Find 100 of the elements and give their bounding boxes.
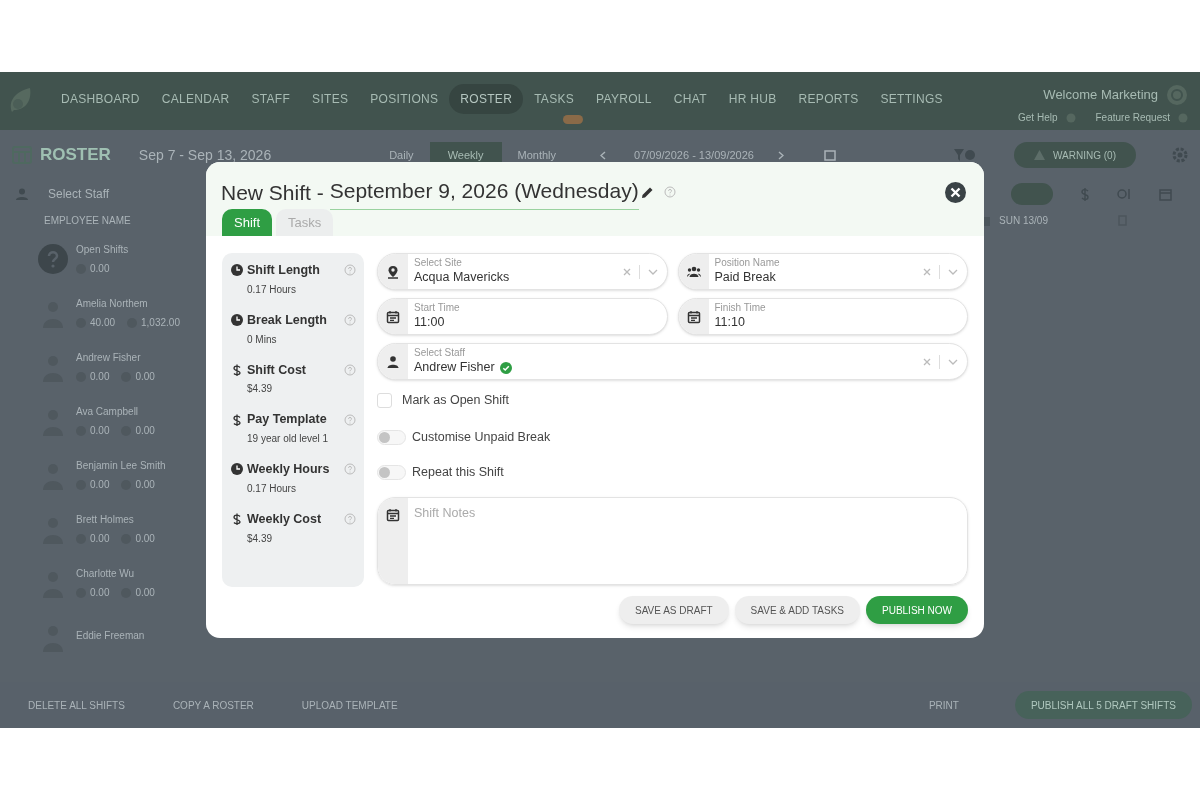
footer-action-button[interactable]: UPLOAD TEMPLATE xyxy=(301,697,398,713)
toggle-label: Customise Unpaid Break xyxy=(412,428,551,446)
week-range: Sep 7 - Sep 13, 2026 xyxy=(138,145,272,165)
time-field[interactable]: Finish Time 11:10 xyxy=(677,298,968,335)
employee-name: Open Shifts xyxy=(76,243,129,257)
summary-value: $4.39 xyxy=(246,382,274,397)
nav-item[interactable]: CALENDAR xyxy=(150,84,241,114)
help-icon[interactable] xyxy=(344,463,356,476)
dialog-tab[interactable]: Shift xyxy=(222,209,272,236)
nav-item[interactable]: SETTINGS xyxy=(869,84,954,114)
cost-value: 0.00 xyxy=(135,478,155,492)
time-field[interactable]: Start Time 11:00 xyxy=(377,298,668,335)
checkbox[interactable] xyxy=(377,392,392,408)
help-icon[interactable] xyxy=(344,314,356,327)
date-range: 07/09/2026 - 13/09/2026 xyxy=(634,147,754,163)
toggle-switch[interactable] xyxy=(377,464,406,480)
summary-value: $4.39 xyxy=(246,531,274,546)
staff-search-field[interactable]: Select Staff xyxy=(48,185,198,203)
select-field[interactable]: Select Staff Andrew Fisher xyxy=(377,343,968,380)
employee-name: Ava Campbell xyxy=(76,405,140,419)
print-button[interactable]: PRINT xyxy=(928,697,959,713)
hours-value: 0.00 xyxy=(90,370,110,384)
nav-item[interactable]: TASKS xyxy=(523,84,586,114)
employee-name: Brett Holmes xyxy=(76,513,135,527)
sort-button[interactable] xyxy=(1011,183,1053,205)
field-value: Paid Break xyxy=(714,269,776,286)
people-icon xyxy=(686,264,701,279)
column-header: EMPLOYEE NAME xyxy=(44,213,131,228)
nav-item[interactable]: STAFF xyxy=(240,84,302,114)
nav-item[interactable]: REPORTS xyxy=(787,84,870,114)
hours-value: 0.00 xyxy=(90,478,110,492)
chevron-down-icon[interactable] xyxy=(948,358,958,365)
field-value: 11:00 xyxy=(414,314,445,331)
nav-item[interactable]: SITES xyxy=(301,84,360,114)
clear-icon[interactable] xyxy=(923,267,931,276)
chevron-down-icon[interactable] xyxy=(647,268,658,275)
nav-item[interactable]: HR HUB xyxy=(717,84,788,114)
dialog-title: New Shift - xyxy=(221,179,324,206)
footer-action-button[interactable]: DELETE ALL SHIFTS xyxy=(28,697,125,713)
field-value: Andrew Fisher xyxy=(414,359,495,376)
welcome-text: Welcome Marketing xyxy=(1043,86,1158,105)
toggle-switch[interactable] xyxy=(377,429,406,445)
employee-name: Amelia Northem xyxy=(76,297,149,311)
summary-value: 0 Mins xyxy=(246,332,278,347)
field-label: Select Staff xyxy=(414,347,466,360)
hours-icon[interactable] xyxy=(1117,188,1131,200)
header-link[interactable]: Get Help xyxy=(1018,110,1058,125)
shift-date[interactable]: September 9, 2026 (Wednesday) xyxy=(329,175,639,210)
chevron-down-icon[interactable] xyxy=(948,268,958,275)
warning-icon xyxy=(1034,150,1046,160)
employee-name: Charlotte Wu xyxy=(76,567,136,581)
select-field[interactable]: Position Name Paid Break xyxy=(677,253,968,290)
help-icon[interactable] xyxy=(663,186,676,199)
nav-item[interactable]: POSITIONS xyxy=(359,84,450,114)
summary-value: 0.17 Hours xyxy=(246,481,297,496)
nav-item[interactable]: ROSTER xyxy=(449,84,524,114)
close-icon[interactable] xyxy=(945,181,966,203)
summary-label: Break Length xyxy=(247,311,327,329)
summary-label: Weekly Cost xyxy=(247,510,322,528)
cost-value: 0.00 xyxy=(135,424,155,438)
hours-value: 0.00 xyxy=(90,586,110,600)
person-icon xyxy=(16,188,28,200)
edit-pencil-icon[interactable] xyxy=(640,185,654,199)
nav-item[interactable]: PAYROLL xyxy=(585,84,663,114)
summary-label: Shift Length xyxy=(247,262,320,279)
header-link[interactable]: Feature Request xyxy=(1095,110,1170,125)
question-icon xyxy=(38,244,68,274)
person-icon xyxy=(386,354,400,369)
hours-value: 0.00 xyxy=(90,262,110,276)
summary-label: Shift Cost xyxy=(247,361,307,379)
summary-value: 19 year old level 1 xyxy=(246,432,330,446)
clear-icon[interactable] xyxy=(923,357,931,366)
hours-value: 0.00 xyxy=(90,532,110,546)
help-icon[interactable] xyxy=(344,363,356,376)
nav-item[interactable]: CHAT xyxy=(662,84,718,114)
summary-label: Pay Template xyxy=(247,411,327,429)
help-icon[interactable] xyxy=(344,264,356,277)
footer-action-button[interactable]: COPY A ROSTER xyxy=(172,697,254,713)
cost-value: 1,032.00 xyxy=(141,316,180,330)
warning-button[interactable]: WARNING (0) xyxy=(1014,142,1136,168)
cost-value: 0.00 xyxy=(135,586,155,600)
clear-icon[interactable] xyxy=(622,267,631,276)
field-label: Select Site xyxy=(414,257,463,270)
publish-all-button[interactable]: PUBLISH ALL 5 DRAFT SHIFTS xyxy=(1014,691,1192,719)
help-icon[interactable] xyxy=(344,413,356,426)
toggle-label: Repeat this Shift xyxy=(412,463,504,481)
help-icon[interactable] xyxy=(344,513,356,526)
dialog-tab[interactable]: Tasks xyxy=(276,209,334,236)
save-button[interactable]: SAVE AS DRAFT xyxy=(619,596,729,624)
field-value: 11:10 xyxy=(714,314,745,331)
save-button[interactable]: SAVE & ADD TASKS xyxy=(734,596,860,624)
nav-item[interactable]: DASHBOARD xyxy=(50,84,151,114)
summary-value: 0.17 Hours xyxy=(246,282,297,297)
publish-button[interactable]: PUBLISH NOW xyxy=(866,596,968,624)
cost-value: 0.00 xyxy=(135,370,155,384)
summary-label: Weekly Hours xyxy=(247,461,330,478)
select-field[interactable]: Select Site Acqua Mavericks xyxy=(377,253,668,290)
cost-value: 0.00 xyxy=(135,532,155,546)
field-value: Acqua Mavericks xyxy=(414,269,510,286)
settings-icon[interactable] xyxy=(1172,147,1188,163)
